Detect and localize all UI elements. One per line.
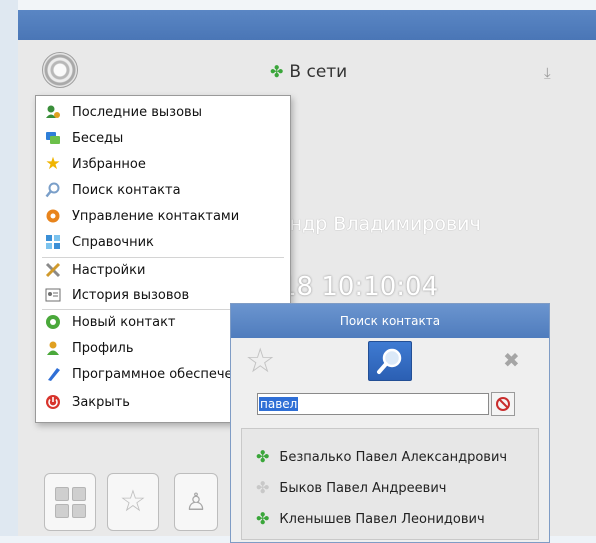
- menu-item-directory[interactable]: Справочник: [40, 230, 286, 254]
- clear-search-button[interactable]: [491, 392, 515, 416]
- settings-tools-icon: [44, 261, 62, 279]
- main-title-bar[interactable]: [18, 10, 596, 40]
- search-results-list: ✤ Безпалько Павел Александрович ✤ Быков …: [241, 428, 539, 540]
- date-time-display: 18 10:10:04: [280, 272, 439, 302]
- dialog-title: Поиск контакта: [339, 314, 441, 328]
- menu-item-search-contact[interactable]: Поиск контакта: [40, 178, 286, 202]
- offline-clover-icon: ✤: [256, 478, 270, 497]
- list-item[interactable]: ✤ Быков Павел Андреевич: [256, 476, 446, 500]
- close-x-icon[interactable]: ✖: [503, 350, 520, 370]
- contacts-manage-icon: [44, 207, 62, 225]
- clear-no-icon: [496, 397, 510, 411]
- dialog-title-bar[interactable]: Поиск контакта: [231, 304, 549, 338]
- call-history-icon: [44, 286, 62, 304]
- online-clover-icon: ✤: [256, 447, 270, 466]
- desktop-left-strip: [0, 0, 18, 536]
- online-clover-icon: ✤: [256, 509, 270, 528]
- grid-icon: [54, 486, 86, 518]
- menu-item-manage-contacts[interactable]: Управление контактами: [40, 204, 286, 228]
- star-outline-icon: ☆: [119, 484, 147, 519]
- contact-name: Безпалько Павел Александрович: [279, 449, 508, 465]
- app-menu-logo-button[interactable]: [42, 52, 78, 88]
- desktop-top-strip: [0, 0, 596, 10]
- presence-status-label: В сети: [289, 62, 348, 82]
- download-icon[interactable]: ⤓: [544, 64, 551, 82]
- menu-item-favorites[interactable]: ★ Избранное: [40, 152, 286, 176]
- favorites-star-icon: ★: [45, 153, 61, 174]
- search-icon: [44, 181, 62, 199]
- new-contact-icon: [44, 313, 62, 331]
- profile-icon: [44, 339, 62, 357]
- menu-item-chats[interactable]: Беседы: [40, 126, 286, 150]
- user-full-name: андр Владимирович: [278, 213, 481, 235]
- magnifier-icon: [377, 348, 402, 374]
- menu-item-recent-calls[interactable]: Последние вызовы: [40, 100, 286, 124]
- directory-icon: [44, 233, 62, 251]
- list-item[interactable]: ✤ Кленышев Павел Леонидович: [256, 507, 485, 531]
- contact-name: Быков Павел Андреевич: [279, 480, 447, 496]
- contact-name: Кленышев Павел Леонидович: [279, 511, 485, 527]
- favorites-star-outline-icon[interactable]: ☆: [245, 344, 275, 378]
- chats-icon: [44, 129, 62, 147]
- favorites-button[interactable]: ☆: [107, 473, 159, 531]
- dashboard-button[interactable]: [44, 473, 96, 531]
- recent-calls-icon: [44, 103, 62, 121]
- search-mode-button[interactable]: [368, 341, 412, 381]
- search-contact-dialog: Поиск контакта ☆ ✖ павел ✤ Безпалько Пав…: [230, 303, 550, 543]
- software-icon: [44, 365, 62, 383]
- close-power-icon: [44, 393, 62, 411]
- presence-status[interactable]: ✤ В сети: [270, 60, 347, 84]
- contact-person-icon: ♙: [185, 488, 207, 516]
- online-clover-icon: ✤: [270, 62, 284, 81]
- search-input-selected-text: павел: [259, 397, 299, 411]
- contacts-button[interactable]: ♙: [174, 473, 218, 531]
- menu-item-settings[interactable]: Настройки: [40, 258, 286, 282]
- list-item[interactable]: ✤ Безпалько Павел Александрович: [256, 445, 507, 469]
